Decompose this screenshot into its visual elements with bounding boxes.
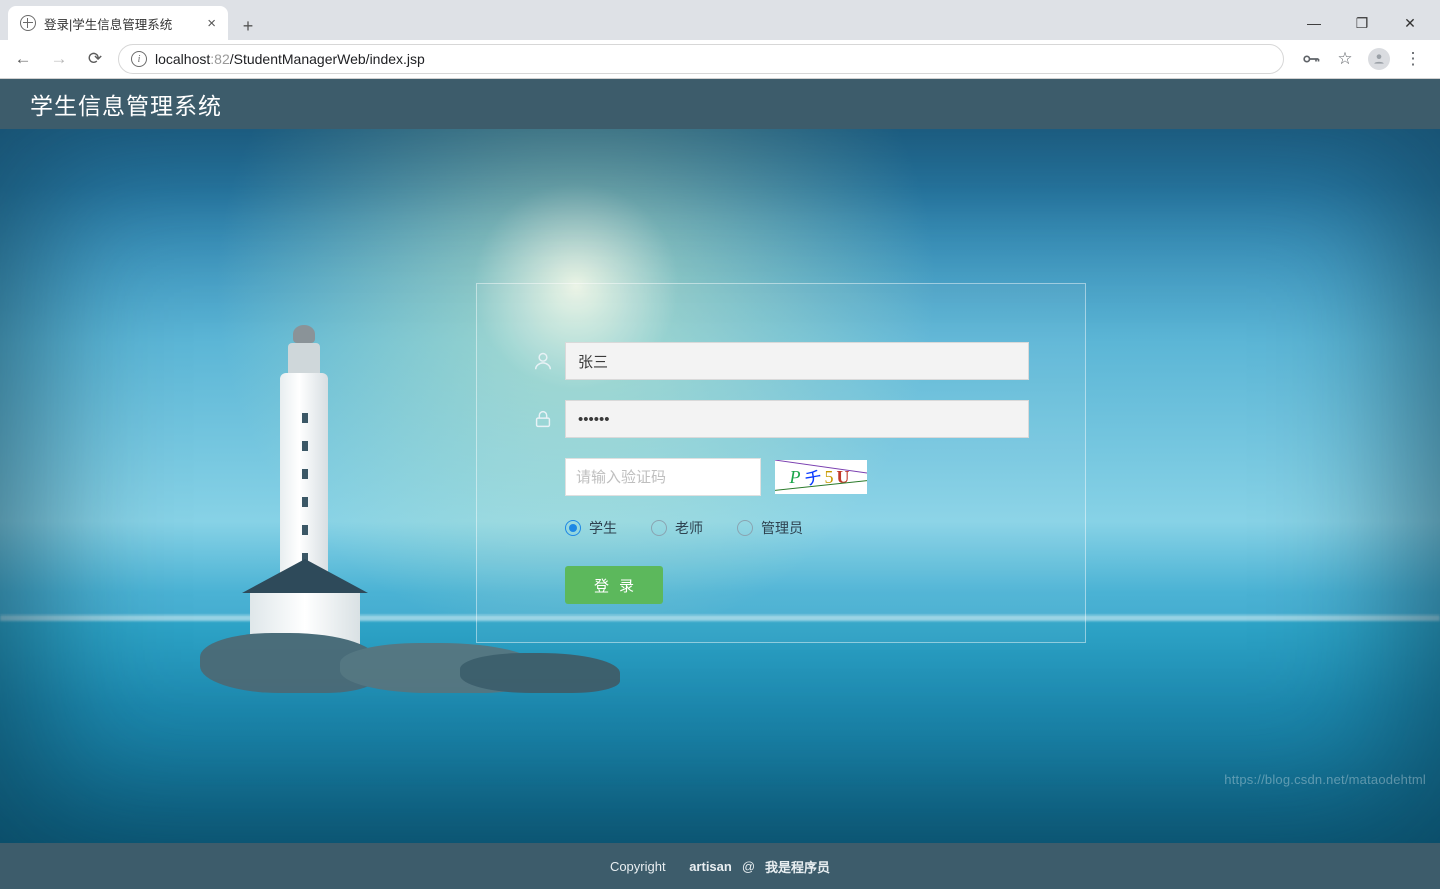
kebab-menu-icon[interactable]: ⋮ — [1402, 48, 1424, 70]
sea-graphic — [0, 615, 1440, 843]
tab-strip: 登录|学生信息管理系统 × + — ❐ ✕ — [0, 0, 1440, 40]
profile-avatar-icon[interactable] — [1368, 48, 1390, 70]
toolbar-right: ☆ ⋮ — [1294, 48, 1430, 70]
footer-copyright: Copyright — [610, 859, 666, 874]
house-roof — [242, 559, 368, 593]
globe-icon — [20, 15, 36, 31]
role-radio-teacher[interactable]: 老师 — [651, 518, 703, 538]
captcha-input[interactable] — [565, 458, 761, 496]
password-input[interactable] — [565, 400, 1029, 438]
radio-label: 学生 — [589, 518, 617, 538]
radio-icon — [565, 520, 581, 536]
lock-icon — [521, 408, 565, 430]
tab-title: 登录|学生信息管理系统 — [44, 14, 199, 33]
lighthouse-tower — [280, 373, 328, 623]
url-path: /StudentManagerWeb/index.jsp — [230, 51, 425, 67]
back-icon[interactable]: ← — [10, 46, 36, 72]
hero-background: P チ 5 U 学生 老师 管理员 — [0, 129, 1440, 843]
minimize-icon[interactable]: — — [1292, 8, 1336, 38]
page: 学生信息管理系统 — [0, 79, 1440, 889]
radio-icon — [737, 520, 753, 536]
footer-author: artisan — [689, 859, 732, 874]
radio-icon — [651, 520, 667, 536]
browser-chrome: 登录|学生信息管理系统 × + — ❐ ✕ ← → ⟳ i localhost:… — [0, 0, 1440, 79]
login-button[interactable]: 登录 — [565, 566, 663, 604]
window-controls: — ❐ ✕ — [1292, 6, 1432, 40]
password-row — [521, 400, 1029, 438]
captcha-row: P チ 5 U — [565, 458, 1029, 496]
login-panel: P チ 5 U 学生 老师 管理员 — [476, 283, 1086, 643]
page-footer: Copyright artisan @ 我是程序员 — [0, 843, 1440, 889]
role-radio-admin[interactable]: 管理员 — [737, 518, 803, 538]
url-port: :82 — [210, 51, 229, 67]
reload-icon[interactable]: ⟳ — [82, 46, 108, 72]
radio-label: 老师 — [675, 518, 703, 538]
url-text: localhost:82/StudentManagerWeb/index.jsp — [155, 51, 425, 67]
username-input[interactable] — [565, 342, 1029, 380]
forward-icon: → — [46, 46, 72, 72]
page-header: 学生信息管理系统 — [0, 79, 1440, 129]
footer-tagline: 我是程序员 — [765, 857, 830, 876]
password-key-icon[interactable] — [1300, 48, 1322, 70]
url-host: localhost — [155, 51, 210, 67]
role-radio-student[interactable]: 学生 — [565, 518, 617, 538]
url-input[interactable]: i localhost:82/StudentManagerWeb/index.j… — [118, 44, 1284, 74]
captcha-image[interactable]: P チ 5 U — [775, 460, 867, 494]
site-info-icon[interactable]: i — [131, 51, 147, 67]
new-tab-button[interactable]: + — [234, 12, 262, 40]
maximize-icon[interactable]: ❐ — [1340, 8, 1384, 38]
username-row — [521, 342, 1029, 380]
page-title: 学生信息管理系统 — [30, 87, 222, 121]
footer-at: @ — [742, 859, 755, 874]
radio-label: 管理员 — [761, 518, 803, 538]
address-bar: ← → ⟳ i localhost:82/StudentManagerWeb/i… — [0, 40, 1440, 78]
close-window-icon[interactable]: ✕ — [1388, 8, 1432, 38]
bookmark-star-icon[interactable]: ☆ — [1334, 48, 1356, 70]
user-icon — [521, 350, 565, 372]
close-tab-icon[interactable]: × — [207, 15, 216, 32]
browser-tab[interactable]: 登录|学生信息管理系统 × — [8, 6, 228, 40]
role-radio-group: 学生 老师 管理员 — [565, 518, 1029, 538]
